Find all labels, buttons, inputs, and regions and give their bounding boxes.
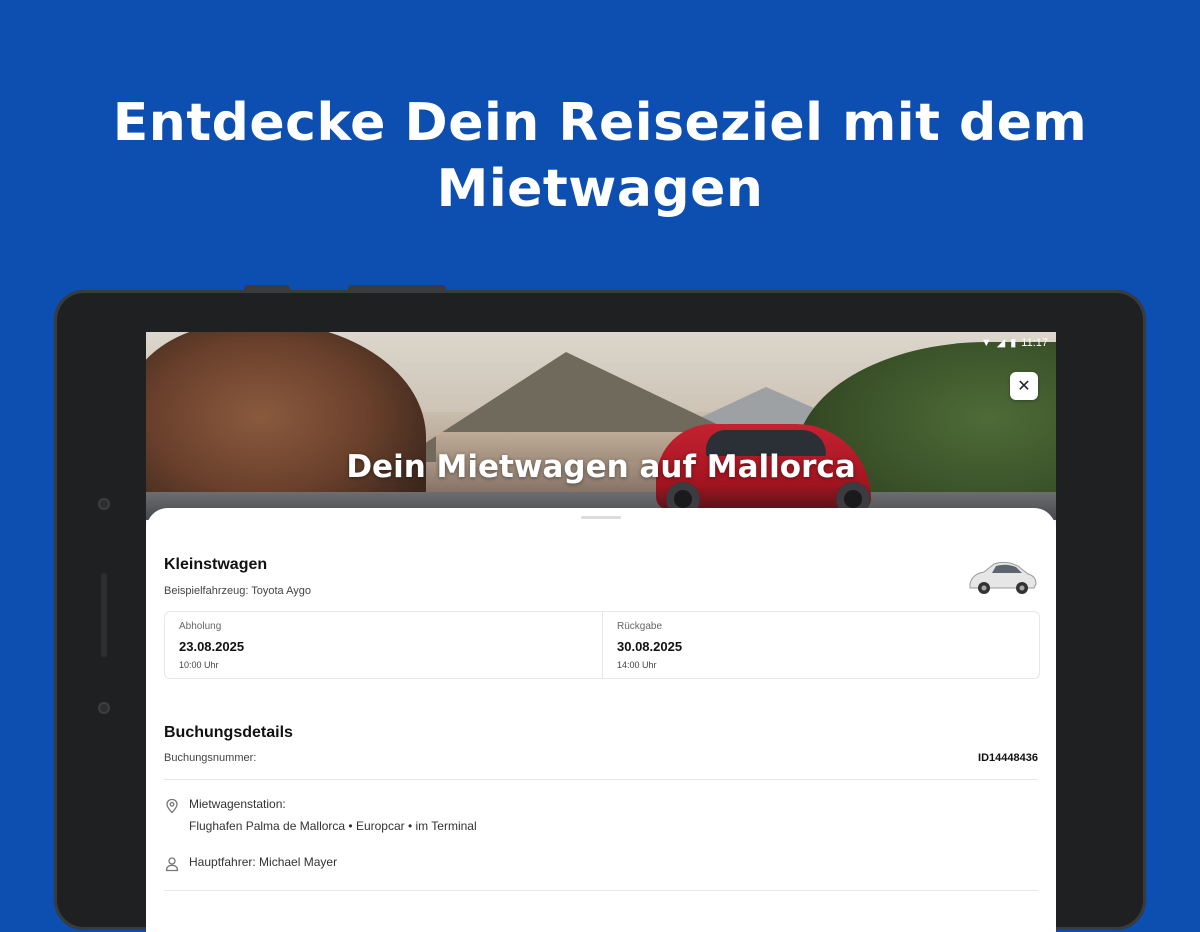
car-thumbnail-icon — [969, 561, 1037, 594]
signal-icon: ◢ — [996, 337, 1006, 349]
booking-details-title: Buchungsdetails — [164, 724, 293, 741]
location-pin-icon — [166, 798, 178, 814]
booking-sheet: Kleinstwagen Beispielfahrzeug: Toyota Ay… — [146, 508, 1056, 932]
close-icon: ✕ — [1017, 378, 1031, 395]
person-icon — [165, 857, 179, 872]
pickup-date: 23.08.2025 — [179, 639, 245, 654]
headline-line-1: Entdecke Dein Reiseziel mit dem — [112, 93, 1088, 153]
vehicle-category: Kleinstwagen — [164, 556, 268, 573]
rental-dates-box: Abholung 23.08.2025 10:00 Uhr Rückgabe 3… — [164, 611, 1040, 679]
return-label: Rückgabe — [617, 621, 663, 632]
tablet-frame: ▼ ◢ ▮ 11:17 ✕ Dein Mietwagen auf Mallorc… — [54, 285, 1146, 932]
sensor-icon — [98, 702, 110, 714]
drag-handle[interactable] — [581, 516, 621, 519]
booking-number: ID14448436 — [978, 752, 1038, 764]
return-time: 14:00 Uhr — [617, 660, 657, 670]
hero-banner: ▼ ◢ ▮ 11:17 ✕ Dein Mietwagen auf Mallorc… — [146, 332, 1056, 520]
status-bar: ▼ ◢ ▮ 11:17 — [980, 336, 1048, 350]
close-button[interactable]: ✕ — [1010, 372, 1038, 400]
front-camera-icon — [98, 498, 110, 510]
status-time: 11:17 — [1021, 336, 1048, 349]
booking-number-label: Buchungsnummer: — [164, 752, 257, 764]
app-screen: ▼ ◢ ▮ 11:17 ✕ Dein Mietwagen auf Mallorc… — [146, 332, 1056, 932]
pickup-label: Abholung — [179, 621, 222, 632]
headline-line-2: Mietwagen — [436, 159, 764, 219]
station-value: Flughafen Palma de Mallorca • Europcar •… — [189, 819, 477, 833]
hero-title: Dein Mietwagen auf Mallorca — [346, 449, 856, 485]
headline: Entdecke Dein Reiseziel mit dem Mietwage… — [0, 90, 1200, 222]
divider — [164, 779, 1038, 780]
vehicle-example: Beispielfahrzeug: Toyota Aygo — [164, 585, 311, 597]
battery-icon: ▮ — [1010, 337, 1017, 349]
pickup-column: Abholung 23.08.2025 10:00 Uhr — [165, 612, 601, 678]
tablet-volume-button — [348, 285, 446, 291]
divider — [164, 890, 1038, 891]
pickup-time: 10:00 Uhr — [179, 660, 219, 670]
station-label: Mietwagenstation: — [189, 797, 286, 811]
main-driver: Hauptfahrer: Michael Mayer — [189, 855, 338, 869]
return-column: Rückgabe 30.08.2025 14:00 Uhr — [602, 612, 1039, 678]
tablet-button — [244, 285, 290, 291]
wifi-icon: ▼ — [980, 336, 992, 349]
return-date: 30.08.2025 — [617, 639, 683, 654]
tablet-slot — [101, 573, 107, 657]
